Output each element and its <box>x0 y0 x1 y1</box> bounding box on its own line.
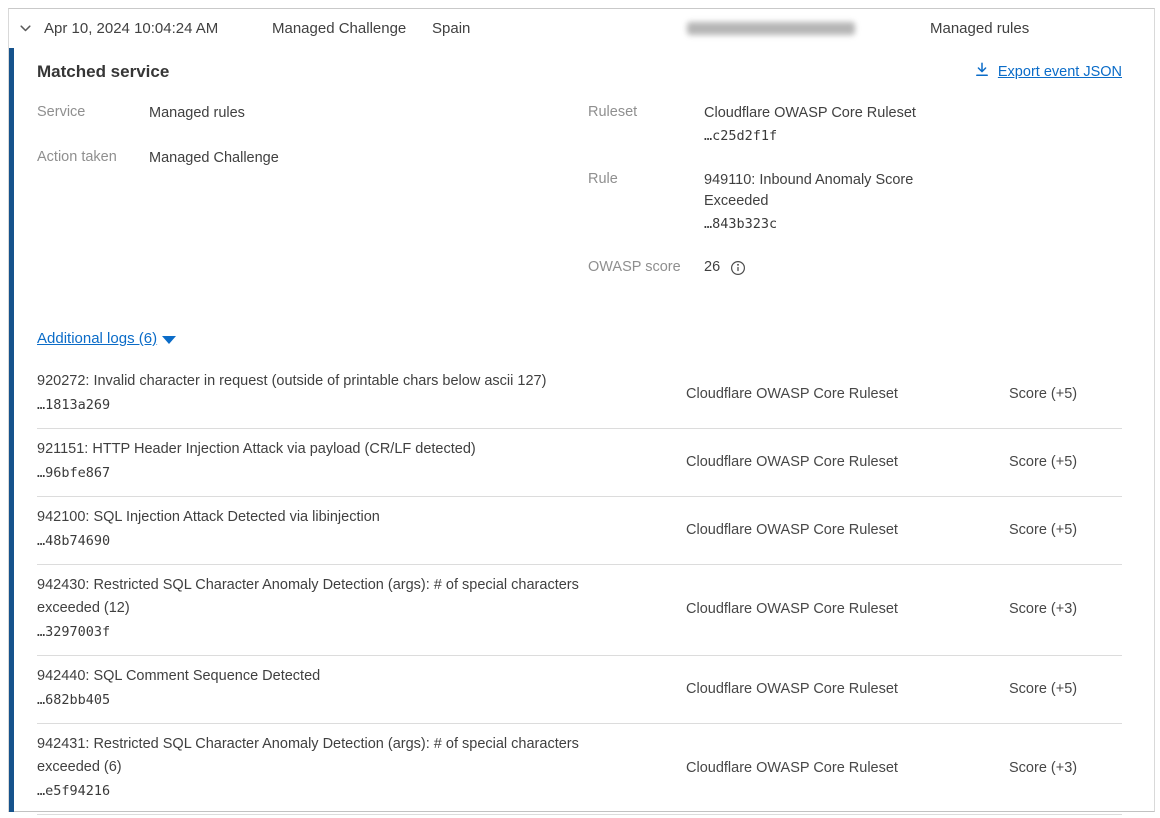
log-score: Score (+3) <box>1009 601 1122 617</box>
log-score: Score (+5) <box>1009 522 1122 538</box>
log-id: …3297003f <box>37 620 629 644</box>
log-id: …e5f94216 <box>37 779 629 803</box>
log-score: Score (+5) <box>1009 454 1122 470</box>
ruleset-value: Cloudflare OWASP Core Ruleset <box>704 103 944 124</box>
log-description: 920272: Invalid character in request (ou… <box>37 370 629 393</box>
collapse-chevron-icon[interactable] <box>18 21 44 36</box>
export-event-json-label: Export event JSON <box>998 64 1122 80</box>
rule-value: 949110: Inbound Anomaly Score Exceeded <box>704 170 944 212</box>
firewall-event-card: Apr 10, 2024 10:04:24 AM Managed Challen… <box>8 8 1155 812</box>
log-ruleset: Cloudflare OWASP Core Ruleset <box>686 601 1009 617</box>
log-row: 942100: SQL Injection Attack Detected vi… <box>37 497 1122 565</box>
log-ruleset: Cloudflare OWASP Core Ruleset <box>686 386 1009 402</box>
rule-field: Rule 949110: Inbound Anomaly Score Excee… <box>588 170 944 236</box>
log-id: …682bb405 <box>37 688 629 712</box>
owasp-score-value: 26 <box>704 258 720 277</box>
event-summary-row[interactable]: Apr 10, 2024 10:04:24 AM Managed Challen… <box>9 9 1154 48</box>
additional-logs-table: 920272: Invalid character in request (ou… <box>37 361 1122 815</box>
log-ruleset: Cloudflare OWASP Core Ruleset <box>686 760 1009 776</box>
additional-logs-toggle[interactable]: Additional logs (6) <box>37 330 176 347</box>
triangle-down-icon <box>162 336 176 344</box>
log-ruleset: Cloudflare OWASP Core Ruleset <box>686 522 1009 538</box>
owasp-score-label: OWASP score <box>588 258 704 277</box>
action-taken-field: Action taken Managed Challenge <box>37 148 588 169</box>
event-country: Spain <box>432 20 687 37</box>
matched-service-title: Matched service <box>37 61 169 83</box>
log-row: 921151: HTTP Header Injection Attack via… <box>37 429 1122 497</box>
event-action: Managed Challenge <box>272 20 432 37</box>
export-event-json-link[interactable]: Export event JSON <box>974 61 1122 82</box>
log-row: 942440: SQL Comment Sequence Detected …6… <box>37 656 1122 724</box>
service-value: Managed rules <box>149 103 389 124</box>
service-label: Service <box>37 103 149 124</box>
log-description: 942100: SQL Injection Attack Detected vi… <box>37 506 629 529</box>
log-id: …48b74690 <box>37 529 629 553</box>
event-timestamp: Apr 10, 2024 10:04:24 AM <box>44 20 272 37</box>
rule-label: Rule <box>588 170 704 236</box>
log-ruleset: Cloudflare OWASP Core Ruleset <box>686 681 1009 697</box>
log-description: 942431: Restricted SQL Character Anomaly… <box>37 733 629 779</box>
log-ruleset: Cloudflare OWASP Core Ruleset <box>686 454 1009 470</box>
log-row: 942431: Restricted SQL Character Anomaly… <box>37 724 1122 815</box>
log-description: 942430: Restricted SQL Character Anomaly… <box>37 574 629 620</box>
ruleset-label: Ruleset <box>588 103 704 148</box>
download-icon <box>974 61 990 82</box>
log-row: 920272: Invalid character in request (ou… <box>37 361 1122 429</box>
service-field: Service Managed rules <box>37 103 588 124</box>
log-score: Score (+5) <box>1009 386 1122 402</box>
action-taken-value: Managed Challenge <box>149 148 389 169</box>
rule-id: …843b323c <box>704 212 944 236</box>
info-icon[interactable] <box>730 260 746 276</box>
log-description: 942440: SQL Comment Sequence Detected <box>37 665 629 688</box>
event-detail-panel: Matched service Export event JSON Servic… <box>9 48 1154 812</box>
owasp-score-field: OWASP score 26 <box>588 258 944 277</box>
action-taken-label: Action taken <box>37 148 149 169</box>
redacted-host-field <box>687 22 855 35</box>
ruleset-id: …c25d2f1f <box>704 124 944 148</box>
log-score: Score (+3) <box>1009 760 1122 776</box>
log-description: 921151: HTTP Header Injection Attack via… <box>37 438 629 461</box>
log-row: 942430: Restricted SQL Character Anomaly… <box>37 565 1122 656</box>
event-service: Managed rules <box>930 20 1029 37</box>
log-id: …1813a269 <box>37 393 629 417</box>
log-score: Score (+5) <box>1009 681 1122 697</box>
additional-logs-label: Additional logs (6) <box>37 330 157 347</box>
ruleset-field: Ruleset Cloudflare OWASP Core Ruleset …c… <box>588 103 944 148</box>
log-id: …96bfe867 <box>37 461 629 485</box>
